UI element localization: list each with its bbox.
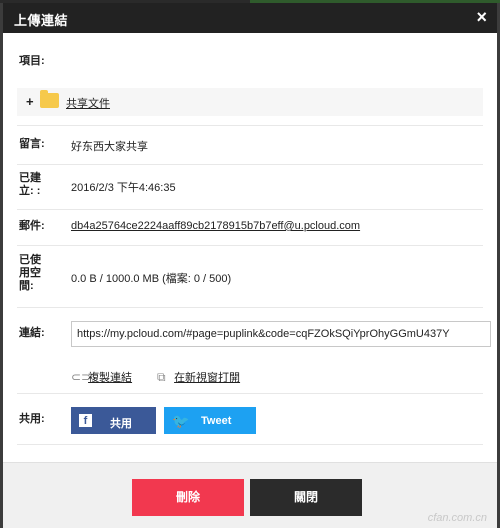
- message-label: 留言:: [19, 138, 45, 150]
- message-row: 留言: 好东西大家共享: [17, 125, 483, 165]
- close-icon[interactable]: ×: [476, 8, 487, 26]
- share-label: 共用:: [19, 413, 45, 425]
- copy-link-label: 複製連結: [88, 372, 133, 384]
- used-space-value: 0.0 B / 1000.0 MB (檔案: 0 / 500): [71, 273, 232, 285]
- link-icon: ⊂⊃: [71, 370, 92, 384]
- used-label-line2: 用空: [19, 267, 41, 279]
- dialog-footer: 刪除 關閉 cfan.com.cn: [3, 462, 497, 528]
- tweet-label: Tweet: [201, 415, 232, 427]
- close-button[interactable]: 關閉: [250, 479, 362, 516]
- used-space-label: 已使 用空 間:: [19, 254, 41, 293]
- dialog-title: 上傳連結: [14, 13, 69, 28]
- delete-button[interactable]: 刪除: [132, 479, 244, 516]
- email-label: 郵件:: [19, 220, 45, 232]
- created-label-line2: 立: :: [19, 185, 41, 197]
- dialog-titlebar: 上傳連結 ×: [3, 3, 497, 33]
- facebook-share-label: 共用: [110, 418, 132, 430]
- message-value: 好东西大家共享: [71, 141, 148, 153]
- items-label: 項目:: [19, 55, 45, 67]
- folder-item[interactable]: + 共享文件: [17, 88, 483, 116]
- used-space-row: 已使 用空 間: 0.0 B / 1000.0 MB (檔案: 0 / 500): [17, 245, 483, 308]
- used-label-line1: 已使: [19, 254, 41, 266]
- created-row: 已建 立: : 2016/2/3 下午4:46:35: [17, 164, 483, 210]
- plus-icon[interactable]: +: [26, 94, 34, 109]
- folder-name[interactable]: 共享文件: [66, 95, 110, 111]
- tweet-button[interactable]: 🐦 Tweet: [164, 407, 256, 434]
- created-label-line1: 已建: [19, 172, 41, 184]
- facebook-share-button[interactable]: f 共用: [71, 407, 156, 434]
- copy-link-button[interactable]: ⊂⊃ 複製連結: [71, 369, 132, 385]
- created-label: 已建 立: :: [19, 172, 41, 198]
- open-new-window-label: 在新視窗打開: [174, 372, 241, 384]
- twitter-icon: 🐦: [172, 413, 190, 429]
- email-value[interactable]: db4a25764ce2224aaff89cb2178915b7b7eff@u.…: [71, 220, 360, 232]
- upload-link-dialog: 上傳連結 × 項目: + 共享文件 留言: 好东西大家共享 已建 立: : 20…: [3, 3, 497, 528]
- created-value: 2016/2/3 下午4:46:35: [71, 182, 176, 194]
- watermark: cfan.com.cn: [427, 512, 487, 524]
- open-new-window-button[interactable]: ⧉ 在新視窗打開: [157, 369, 240, 385]
- used-label-line3: 間:: [19, 280, 34, 292]
- link-url-field[interactable]: https://my.pcloud.com/#page=puplink&code…: [71, 321, 491, 347]
- link-label: 連結:: [19, 327, 45, 339]
- items-row: 項目: + 共享文件: [17, 43, 483, 126]
- facebook-icon: f: [79, 414, 92, 427]
- external-window-icon: ⧉: [157, 370, 166, 384]
- email-row: 郵件: db4a25764ce2224aaff89cb2178915b7b7ef…: [17, 209, 483, 246]
- folder-icon: [40, 90, 59, 108]
